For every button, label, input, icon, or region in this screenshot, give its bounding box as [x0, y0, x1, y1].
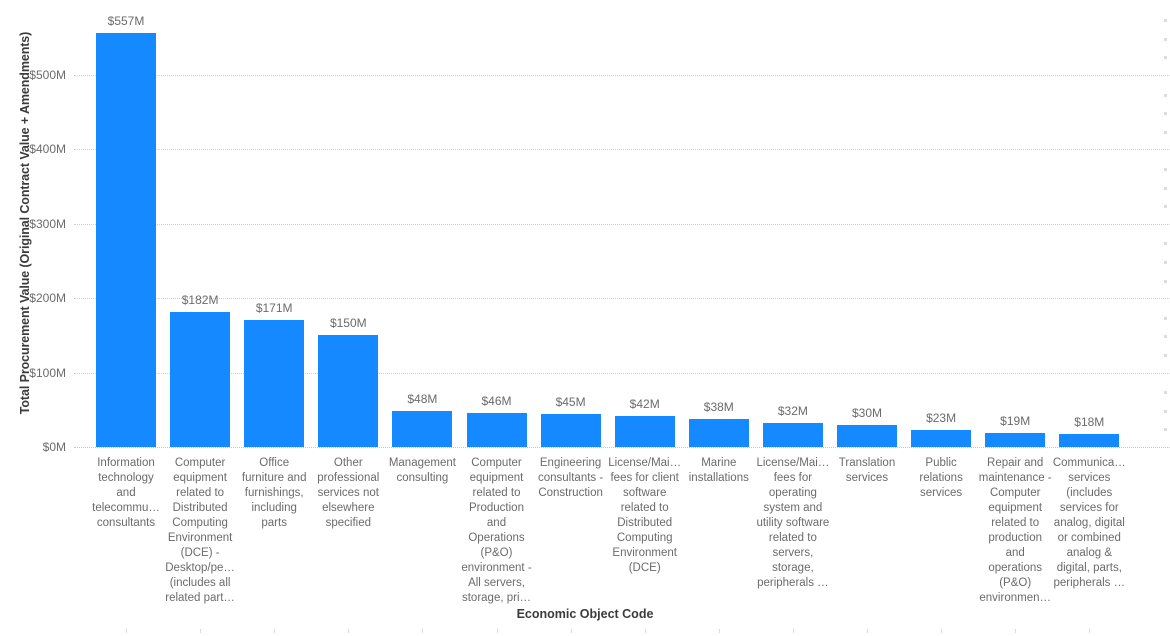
bar-value-label: $45M	[555, 394, 586, 409]
edge-tick-dot	[1164, 56, 1167, 60]
edge-tick-dot	[1164, 130, 1167, 134]
edge-tick-dot	[1164, 93, 1167, 97]
x-axis-category-label[interactable]: Repair and maintenance - Computer equipm…	[978, 456, 1052, 606]
x-axis-tick	[792, 629, 794, 633]
bar[interactable]	[911, 429, 972, 447]
edge-tick-dot	[1164, 112, 1167, 116]
bar[interactable]	[837, 424, 897, 447]
bar-value-label: $171M	[255, 300, 293, 315]
x-axis-tick	[348, 629, 350, 633]
x-axis-category-label[interactable]: Other professional services not elsewher…	[311, 456, 385, 531]
bar-value-label: $557M	[107, 13, 145, 28]
y-axis-tick-label: $400M	[29, 142, 66, 157]
x-axis-tick	[200, 629, 202, 633]
x-axis-category-label[interactable]: License/Mai… fees for operating system a…	[756, 456, 830, 591]
plot-area: $0M $100M $200M $300M $400M $500M $557M $182M $1…	[0, 0, 1170, 454]
edge-tick-dot	[1164, 37, 1167, 41]
x-axis-category-label[interactable]: Communica… services (includes services f…	[1052, 456, 1126, 591]
bar-value-label: $23M	[926, 410, 957, 425]
edge-tick-dot	[1164, 168, 1167, 171]
edge-tick-dot	[1164, 409, 1167, 413]
bar[interactable]	[318, 335, 379, 447]
bar[interactable]	[170, 311, 231, 447]
edge-tick-dot	[1164, 279, 1167, 283]
edge-tick-dot	[1164, 354, 1167, 357]
bar-value-label: $38M	[703, 399, 734, 414]
x-axis-category-label[interactable]: License/Mai… fees for client software re…	[608, 456, 682, 576]
edge-tick-dot	[1164, 428, 1167, 432]
x-axis-category-label[interactable]: Public relations services	[904, 456, 978, 501]
edge-tick-dot	[1164, 186, 1167, 190]
bar-value-label: $19M	[1000, 413, 1031, 428]
bar-chart: Total Procurement Value (Original Contra…	[0, 0, 1170, 636]
gridline	[74, 75, 1170, 77]
y-axis-tick-label: $100M	[29, 365, 66, 380]
bar-value-label: $18M	[1074, 414, 1105, 429]
x-axis-tick	[867, 629, 868, 633]
y-axis-tick-label: $200M	[29, 291, 66, 306]
x-axis-tick	[718, 629, 720, 633]
x-axis-tick	[126, 629, 127, 633]
bar[interactable]	[762, 423, 823, 447]
edge-tick-dot	[1164, 19, 1167, 23]
edge-tick-dot	[1164, 205, 1167, 209]
bar[interactable]	[1059, 433, 1120, 447]
x-axis-category-label[interactable]: Translation services	[830, 456, 904, 486]
x-axis-category-label[interactable]: Computer equipment related to Production…	[460, 456, 534, 606]
gridline	[74, 149, 1170, 151]
bar[interactable]	[392, 411, 453, 447]
x-axis-category-label[interactable]: Marine installations	[682, 456, 756, 486]
x-axis-tick	[274, 629, 276, 633]
edge-tick-dot	[1164, 391, 1167, 395]
x-axis-tick	[1015, 629, 1017, 633]
x-axis-category-label[interactable]: Management consulting	[385, 456, 459, 486]
bar[interactable]	[244, 319, 305, 447]
gridline	[74, 298, 1170, 300]
bar-value-label: $48M	[407, 392, 438, 407]
bar[interactable]	[96, 32, 156, 447]
x-axis-category-label[interactable]: Computer equipment related to Distribute…	[163, 456, 237, 606]
x-axis-tick	[570, 629, 572, 633]
gridline	[74, 372, 1170, 375]
gridline	[74, 223, 1170, 226]
x-axis-category-label[interactable]: Information technology and telecommu… co…	[89, 456, 163, 531]
gridline	[74, 447, 1170, 449]
edge-tick-dot	[1164, 261, 1167, 264]
x-axis-tick	[1089, 629, 1091, 633]
y-axis-tick-label: $300M	[29, 216, 66, 231]
bar-value-label: $42M	[629, 396, 660, 411]
bar[interactable]	[466, 412, 527, 447]
bar-value-label: $182M	[181, 292, 219, 307]
edge-tick-dot	[1164, 242, 1167, 246]
bar[interactable]	[614, 415, 675, 447]
y-axis-tick-label: $0M	[42, 440, 66, 454]
bar-value-label: $30M	[851, 405, 883, 420]
edge-tick-dot	[1164, 316, 1167, 320]
bar[interactable]	[540, 413, 601, 447]
bar-value-label: $46M	[481, 393, 512, 408]
x-axis-category-label[interactable]: Office furniture and furnishings, includ…	[237, 456, 311, 531]
bar[interactable]	[688, 418, 749, 447]
x-axis-tick	[644, 629, 646, 633]
x-axis-category-label[interactable]: Engineering consultants - Construction	[534, 456, 608, 501]
edge-tick-dot	[1164, 335, 1167, 339]
y-axis-tick-label: $500M	[29, 68, 66, 82]
x-axis-title: Economic Object Code	[516, 607, 654, 621]
x-axis-tick	[422, 629, 424, 633]
x-axis-tick	[496, 629, 498, 633]
x-axis-tick	[941, 629, 943, 633]
bar[interactable]	[985, 432, 1046, 447]
bar-value-label: $32M	[777, 404, 808, 419]
bar-value-label: $150M	[329, 316, 367, 331]
